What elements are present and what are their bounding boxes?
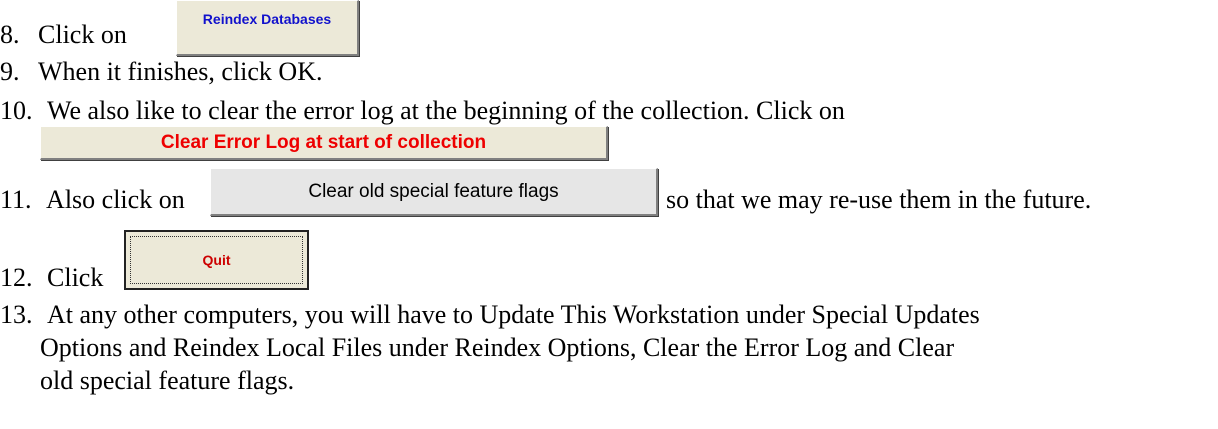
step-text: Click on xyxy=(38,20,127,49)
step-12: 12. Click xyxy=(0,263,103,293)
button-label: Reindex Databases xyxy=(202,11,332,27)
clear-old-special-feature-flags-button[interactable]: Clear old special feature flags xyxy=(210,168,658,216)
step-11: 11. Also click on xyxy=(0,185,185,215)
step-number: 11. xyxy=(0,185,32,214)
step-number: 12. xyxy=(0,263,33,292)
step-text-line1: At any other computers, you will have to… xyxy=(47,300,980,329)
step-text-before: Also click on xyxy=(46,185,185,214)
step-text: When it finishes, click OK. xyxy=(38,57,323,86)
button-label: Clear Error Log at start of collection xyxy=(160,131,487,153)
step-13-line3: old special feature flags. xyxy=(40,366,295,395)
reindex-databases-button[interactable]: Reindex Databases xyxy=(176,0,359,56)
step-number: 10. xyxy=(0,96,33,125)
step-text-after: so that we may re-use them in the future… xyxy=(666,185,1092,214)
clear-error-log-button[interactable]: Clear Error Log at start of collection xyxy=(40,126,608,160)
step-13-line2: Options and Reindex Local Files under Re… xyxy=(40,333,955,362)
button-label: Quit xyxy=(202,252,231,268)
step-8: 8. Click on xyxy=(0,20,127,50)
quit-focus-rect: Quit xyxy=(130,236,303,284)
step-number: 8. xyxy=(0,20,20,49)
step-13: 13. At any other computers, you will hav… xyxy=(0,300,980,330)
step-9: 9. When it finishes, click OK. xyxy=(0,57,323,87)
quit-button[interactable]: Quit xyxy=(124,230,309,290)
step-11-continuation: so that we may re-use them in the future… xyxy=(666,185,1091,215)
button-label: Clear old special feature flags xyxy=(308,180,559,202)
step-text: Click xyxy=(47,263,104,292)
step-text: We also like to clear the error log at t… xyxy=(47,96,845,125)
step-10: 10. We also like to clear the error log … xyxy=(0,96,845,126)
step-number: 13. xyxy=(0,300,33,329)
step-number: 9. xyxy=(0,57,20,86)
